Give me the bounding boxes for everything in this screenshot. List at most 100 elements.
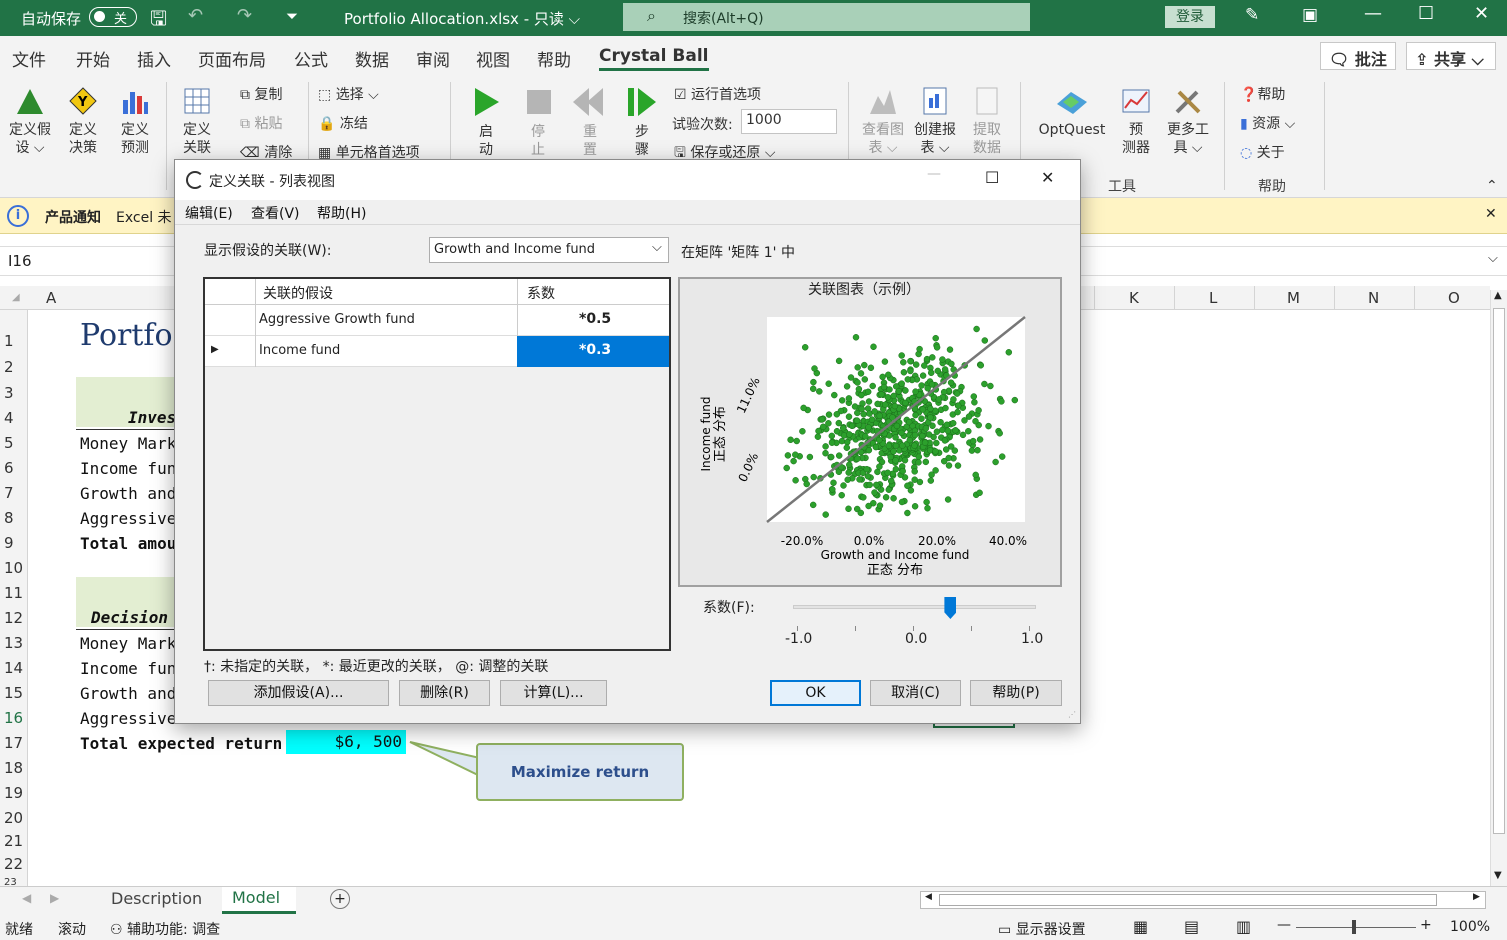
row-header[interactable]: 8 xyxy=(4,509,14,527)
tab-crystal-ball[interactable]: Crystal Ball xyxy=(599,46,709,71)
scroll-right-icon[interactable]: ▶ xyxy=(1473,892,1480,902)
define-decision-button[interactable]: Y 定义 决策 xyxy=(62,86,104,157)
page-break-view-icon[interactable]: ▥ xyxy=(1236,917,1251,936)
row-header[interactable]: 17 xyxy=(4,734,23,752)
tab-data[interactable]: 数据 xyxy=(355,46,389,71)
cell-growth-income-decision[interactable]: Growth and xyxy=(80,684,176,703)
row-header[interactable]: 19 xyxy=(4,784,23,802)
search-box[interactable]: ⌕ 搜索(Alt+Q) xyxy=(623,3,1030,31)
row-header[interactable]: 6 xyxy=(4,459,14,477)
row-header[interactable]: 9 xyxy=(4,534,14,552)
scroll-up-icon[interactable]: ▲ xyxy=(1494,290,1502,301)
row-header[interactable]: 22 xyxy=(4,855,23,873)
next-sheet-icon[interactable]: ▶ xyxy=(50,891,59,905)
column-header-o[interactable]: O xyxy=(1448,289,1460,307)
scroll-left-icon[interactable]: ◀ xyxy=(925,892,932,902)
display-settings-button[interactable]: ▭ 显示器设置 xyxy=(998,919,1086,939)
pen-icon[interactable]: ✎ xyxy=(1245,5,1259,25)
row-header[interactable]: 5 xyxy=(4,434,14,452)
start-button[interactable]: 启 动 xyxy=(466,86,506,159)
customize-qat-icon[interactable]: ⏷ xyxy=(286,7,298,25)
name-box[interactable]: I16 xyxy=(8,252,32,270)
column-header-a[interactable]: A xyxy=(46,289,56,307)
run-preferences-button[interactable]: ☑ 运行首选项 xyxy=(674,84,761,104)
column-header-l[interactable]: L xyxy=(1209,289,1217,307)
define-forecast-button[interactable]: 定义 预测 xyxy=(114,86,156,157)
dialog-maximize-icon[interactable]: ☐ xyxy=(985,168,999,187)
tab-file[interactable]: 文件 xyxy=(12,46,46,71)
cancel-button[interactable]: 取消(C) xyxy=(870,680,961,706)
dialog-menu-help[interactable]: 帮助(H) xyxy=(317,203,366,223)
row-header[interactable]: 1 xyxy=(4,332,14,350)
cell-growth-income[interactable]: Growth and xyxy=(80,484,176,503)
investment-header[interactable]: Inves xyxy=(128,408,176,427)
collapse-ribbon-icon[interactable]: ⌃ xyxy=(1486,178,1498,194)
dialog-menu-view[interactable]: 查看(V) xyxy=(251,203,300,223)
tab-help[interactable]: 帮助 xyxy=(537,46,571,71)
save-icon[interactable]: 🖫 xyxy=(150,4,167,38)
add-assumption-button[interactable]: 添加假设(A)... xyxy=(208,680,389,706)
assumption-select[interactable]: Growth and Income fund ⌵ xyxy=(429,237,669,263)
help-button-dialog[interactable]: 帮助(P) xyxy=(970,680,1062,706)
expand-formula-icon[interactable]: ⌵ xyxy=(1488,251,1498,266)
ribbon-display-icon[interactable]: ▣ xyxy=(1302,5,1318,25)
paste-button[interactable]: ⧉ 粘贴 xyxy=(240,113,282,133)
cell-money-market[interactable]: Money Marke xyxy=(80,434,186,453)
row-header[interactable]: 13 xyxy=(4,634,23,652)
zoom-slider-thumb[interactable] xyxy=(1352,920,1356,934)
cell-total-expected-return[interactable]: Total expected return xyxy=(80,734,282,753)
row-header[interactable]: 4 xyxy=(4,409,14,427)
stop-button[interactable]: 停 止 xyxy=(518,86,558,159)
normal-view-icon[interactable]: ▦ xyxy=(1133,917,1148,936)
scroll-thumb[interactable] xyxy=(1493,308,1505,834)
tab-home[interactable]: 开始 xyxy=(76,46,110,71)
autosave-toggle[interactable]: 关 xyxy=(89,7,137,27)
prev-sheet-icon[interactable]: ◀ xyxy=(22,891,31,905)
comments-button[interactable]: 🗨 批注 xyxy=(1320,42,1396,70)
define-correlation-button[interactable]: 定义 关联 xyxy=(176,86,218,157)
row-header[interactable]: 12 xyxy=(4,609,23,627)
resize-grip-icon[interactable]: ⋰ xyxy=(1068,710,1076,719)
tab-insert[interactable]: 插入 xyxy=(137,46,171,71)
row-header[interactable]: 15 xyxy=(4,684,23,702)
row-header[interactable]: 11 xyxy=(4,584,23,602)
cell-income-fund[interactable]: Income fund xyxy=(80,459,186,478)
row-header[interactable]: 10 xyxy=(4,559,23,577)
vertical-scrollbar[interactable]: ▲ ▼ xyxy=(1490,290,1507,886)
cell-total-return-value[interactable]: $6, 500 xyxy=(286,730,406,754)
maximize-icon[interactable]: ☐ xyxy=(1418,3,1434,24)
sheet-tab-model-active[interactable]: Model xyxy=(222,887,296,914)
about-button[interactable]: ◌ 关于 xyxy=(1240,142,1285,162)
dialog-minimize-icon[interactable]: — xyxy=(927,166,941,182)
reset-button[interactable]: 重 置 xyxy=(570,86,610,159)
window-title[interactable]: Portfolio Allocation.xlsx - 只读 ⌵ xyxy=(344,8,580,29)
zoom-in-icon[interactable]: + xyxy=(1420,917,1432,933)
zoom-level[interactable]: 100% xyxy=(1450,919,1490,935)
row-header[interactable]: 18 xyxy=(4,759,23,777)
zoom-out-icon[interactable]: — xyxy=(1277,917,1291,933)
row-header-active[interactable]: 16 xyxy=(4,709,23,727)
cell-income-fund-decision[interactable]: Income fund xyxy=(80,659,186,678)
scroll-down-icon[interactable]: ▼ xyxy=(1494,870,1502,881)
resources-button[interactable]: ▮ 资源 ⌵ xyxy=(1240,113,1295,133)
select-all-icon[interactable]: ◢ xyxy=(12,292,20,303)
sheet-title[interactable]: Portfo xyxy=(80,318,173,353)
row-header[interactable]: 20 xyxy=(4,809,23,827)
tab-page-layout[interactable]: 页面布局 xyxy=(198,46,266,71)
optquest-button[interactable]: OptQuest xyxy=(1032,86,1112,139)
compute-button[interactable]: 计算(L)... xyxy=(500,680,607,706)
table-row-selected[interactable]: ▶ Income fund *0.3 xyxy=(205,336,669,367)
close-notice-icon[interactable]: ✕ xyxy=(1485,206,1497,222)
minimize-icon[interactable]: — xyxy=(1364,3,1382,24)
extract-data-button[interactable]: 提取 数据 xyxy=(964,86,1010,157)
trials-input[interactable]: 1000 xyxy=(741,109,837,134)
tab-review[interactable]: 审阅 xyxy=(416,46,450,71)
page-layout-view-icon[interactable]: ▤ xyxy=(1184,917,1199,936)
coefficient-slider-track[interactable] xyxy=(793,605,1036,609)
dialog-menu-edit[interactable]: 编辑(E) xyxy=(185,203,233,223)
cell-aggressive[interactable]: Aggressive xyxy=(80,509,176,528)
row-header[interactable]: 21 xyxy=(4,832,23,850)
ok-button[interactable]: OK xyxy=(770,680,861,706)
tab-formulas[interactable]: 公式 xyxy=(294,46,328,71)
tab-view[interactable]: 视图 xyxy=(476,46,510,71)
